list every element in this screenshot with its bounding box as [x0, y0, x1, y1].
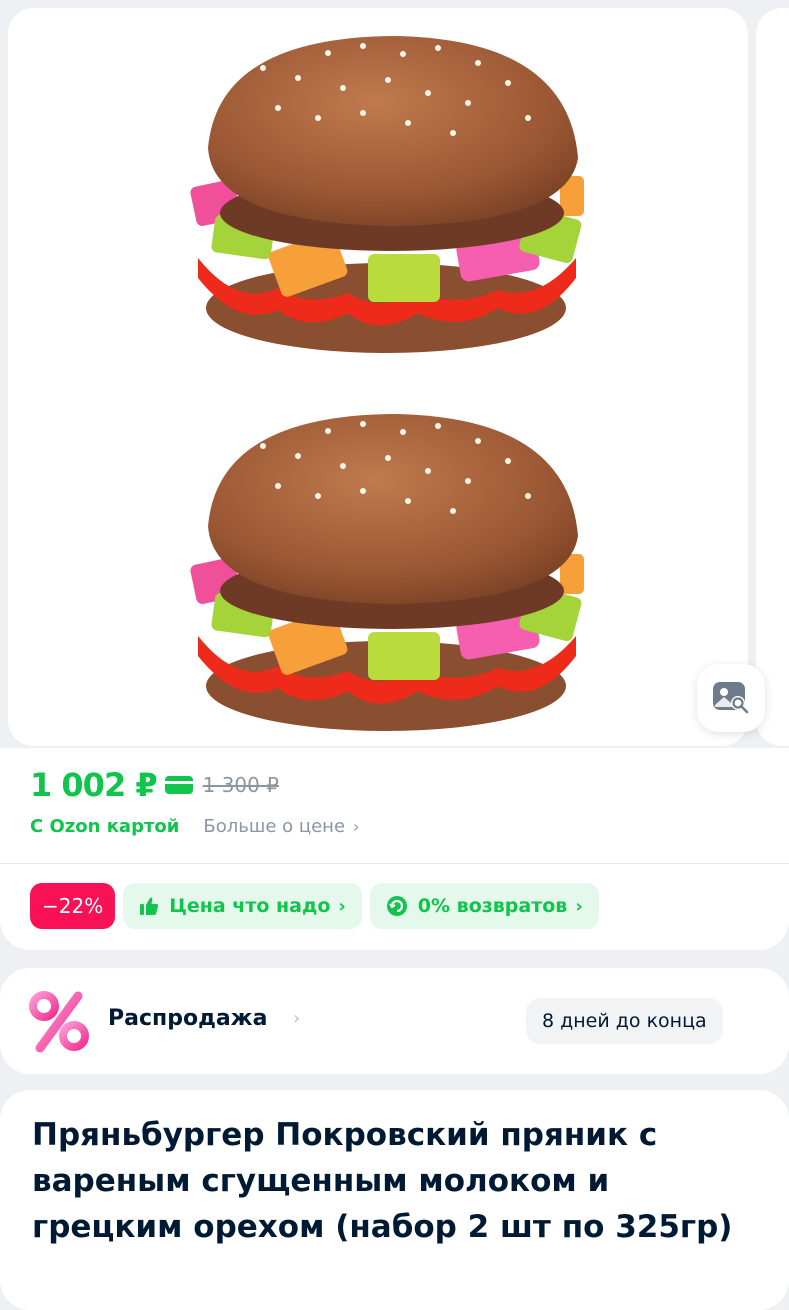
product-title-card: Пряньбургер Покровский пряник с вареным …: [0, 1090, 789, 1310]
good-price-label: Цена что надо: [169, 895, 331, 917]
sale-deadline-label: 8 дней до конца: [542, 1010, 707, 1032]
chevron-right-icon: ›: [353, 817, 360, 836]
old-price: 1 300 ₽: [202, 773, 279, 797]
discount-badge: −22%: [30, 883, 116, 929]
price-details-row[interactable]: С Ozon картой Больше о цене ›: [30, 816, 359, 837]
chevron-right-icon: ›: [575, 895, 583, 917]
burger-photo: [190, 36, 584, 731]
return-icon: [386, 895, 408, 917]
product-title: Пряньбургер Покровский пряник с вареным …: [32, 1117, 733, 1245]
visual-search-button[interactable]: [697, 664, 765, 732]
discount-label: −22%: [42, 894, 104, 918]
divider: [0, 863, 789, 864]
sale-title: Распродажа: [108, 1006, 268, 1031]
good-price-badge[interactable]: Цена что надо ›: [123, 883, 362, 929]
chevron-right-icon: ›: [338, 895, 346, 917]
product-image[interactable]: [8, 8, 748, 746]
sale-banner[interactable]: Распродажа › 8 дней до конца: [0, 968, 789, 1074]
returns-label: 0% возвратов: [417, 895, 568, 917]
returns-badge[interactable]: 0% возвратов ›: [369, 883, 599, 929]
percent-icon: [29, 991, 89, 1053]
price-card: 1 002 ₽ 1 300 ₽ С Ozon картой Больше о ц…: [0, 748, 789, 950]
price-row[interactable]: 1 002 ₽ 1 300 ₽: [30, 766, 279, 804]
chevron-right-icon: ›: [293, 1008, 301, 1029]
product-gallery[interactable]: [0, 0, 789, 748]
price-with-ozon-card: 1 002 ₽: [30, 766, 158, 804]
ozon-card-label: С Ozon картой: [30, 816, 180, 837]
next-image-preview[interactable]: [756, 8, 789, 746]
image-search-icon: [713, 682, 749, 714]
more-about-price-link[interactable]: Больше о цене: [203, 816, 345, 837]
ozon-card-icon: [164, 776, 193, 794]
thumbs-up-icon: [139, 896, 159, 916]
badges-row: −22% Цена что надо › 0% возвратов ›: [30, 883, 599, 929]
sale-deadline: 8 дней до конца: [526, 998, 723, 1044]
